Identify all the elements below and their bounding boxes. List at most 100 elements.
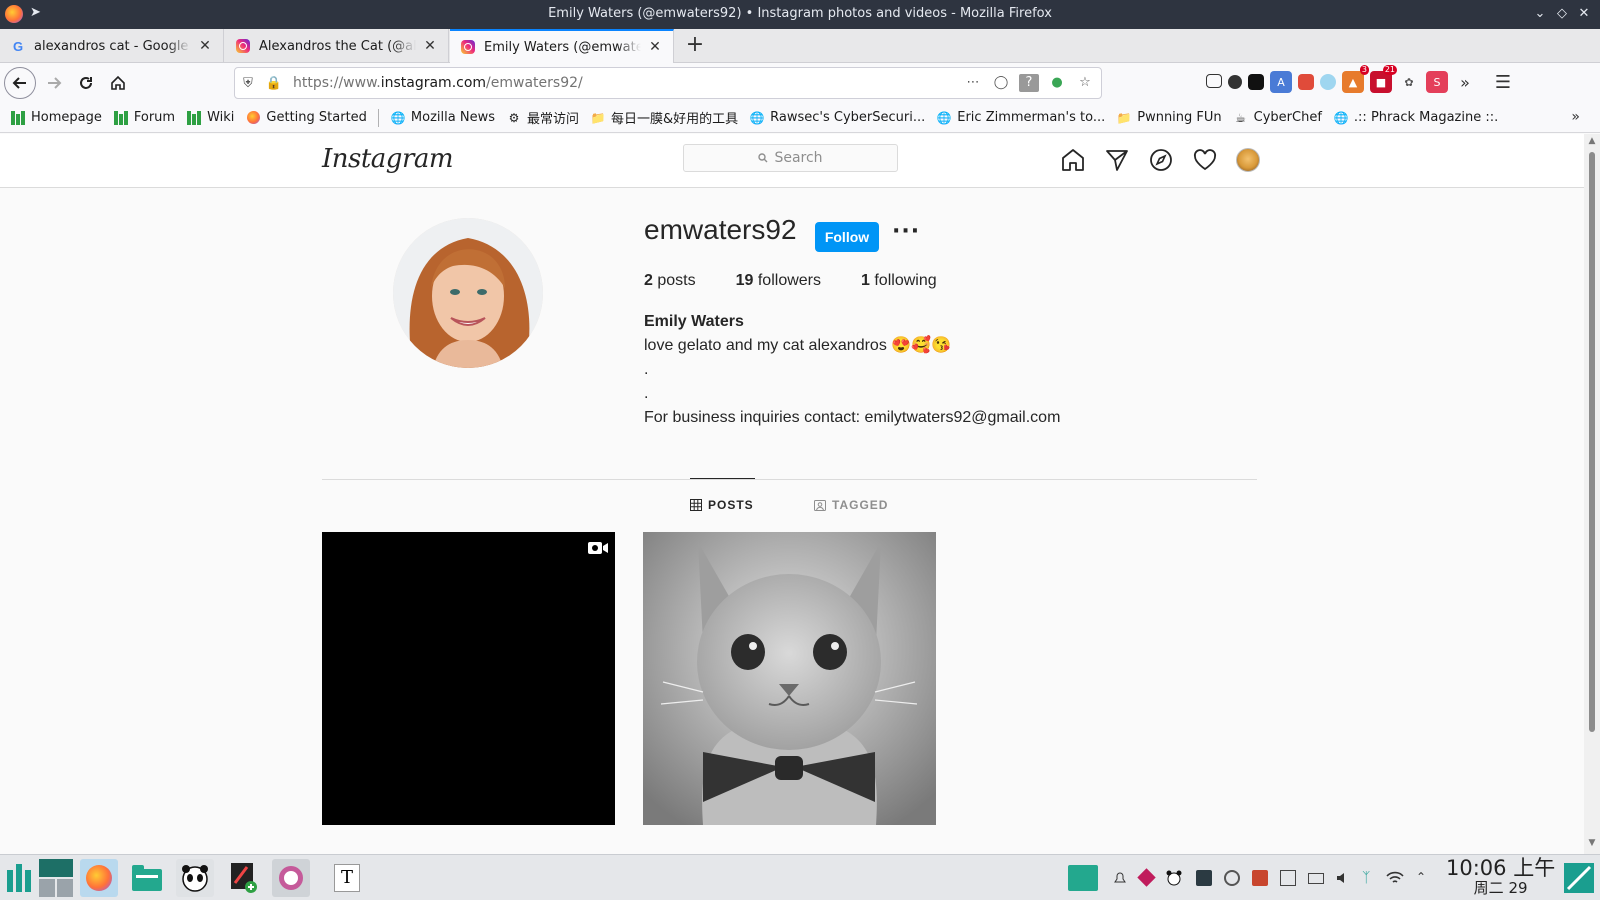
file-manager-icon[interactable]: [128, 859, 166, 897]
bookmark-forum[interactable]: Forum: [113, 110, 175, 126]
post-cat-photo[interactable]: [643, 532, 936, 825]
direct-messages-icon[interactable]: [1104, 147, 1130, 173]
close-tab-icon[interactable]: ✕: [422, 38, 438, 54]
reader-help-icon[interactable]: ?: [1019, 74, 1039, 92]
bookmark-homepage[interactable]: Homepage: [10, 110, 102, 126]
close-tab-icon[interactable]: ✕: [197, 38, 213, 54]
s-extension-icon[interactable]: S: [1426, 71, 1448, 93]
fox-extension-icon[interactable]: ▲ 3: [1342, 65, 1369, 93]
shield-icon[interactable]: ⛨: [235, 76, 261, 91]
profile-full-name: Emily Waters: [644, 313, 744, 330]
bookmark-label: Forum: [133, 110, 176, 125]
app-launcher-icon[interactable]: [4, 859, 34, 897]
tray-folder-icon[interactable]: [1068, 865, 1098, 891]
tray-keyboard-icon[interactable]: [1308, 873, 1324, 884]
page-scrollbar[interactable]: ▲ ▼: [1584, 134, 1600, 854]
profile-avatar[interactable]: [393, 218, 543, 368]
screenshot-icon[interactable]: [1298, 74, 1314, 90]
taskbar-clock[interactable]: 10:06 上午 周二 29: [1446, 857, 1555, 897]
new-document-app-icon[interactable]: [224, 859, 262, 897]
bookmark-cyberchef[interactable]: ☕ CyberChef: [1233, 110, 1322, 126]
tray-expand-icon[interactable]: ⌃: [1416, 870, 1432, 886]
pocket-icon[interactable]: ◯: [991, 74, 1011, 92]
forward-arrow-icon: [48, 77, 62, 89]
tray-wifi-icon[interactable]: [1386, 870, 1404, 886]
search-placeholder: Search: [774, 150, 823, 166]
bookmark-eric-zimmerman[interactable]: 🌐 Eric Zimmerman's to...: [936, 110, 1105, 126]
scroll-up-arrow-icon[interactable]: ▲: [1584, 136, 1600, 150]
tray-power-icon[interactable]: [1224, 870, 1240, 886]
sidebar-icon[interactable]: [1206, 74, 1222, 88]
followers-stat[interactable]: 19 followers: [736, 272, 821, 290]
account-icon[interactable]: [1228, 75, 1242, 89]
close-tab-icon[interactable]: ✕: [647, 39, 663, 55]
bookmark-folder-tools[interactable]: 📁 每日一膜&好用的工具: [590, 108, 739, 128]
tray-volume-icon[interactable]: [1334, 870, 1350, 886]
following-stat[interactable]: 1 following: [861, 272, 937, 290]
options-more-icon[interactable]: ···: [892, 221, 919, 248]
back-button[interactable]: [4, 67, 36, 99]
tab-alexandros-instagram[interactable]: Alexandros the Cat (@alex ✕: [225, 29, 449, 63]
maximize-icon[interactable]: ◇: [1552, 4, 1572, 24]
bug-icon[interactable]: ✿: [1398, 71, 1420, 93]
tab-google-search[interactable]: G alexandros cat - Google Se ✕: [0, 29, 224, 63]
tray-notifications-icon[interactable]: [1112, 870, 1128, 886]
bookmark-folder-pwnning[interactable]: 📁 Pwnning FUn: [1116, 110, 1222, 126]
tab-posts[interactable]: POSTS: [690, 498, 754, 512]
overflow-chevron-icon[interactable]: »: [1454, 71, 1476, 93]
tab-emily-instagram[interactable]: Emily Waters (@emwaters ✕: [450, 29, 674, 63]
minimize-icon[interactable]: ⌄: [1530, 4, 1550, 24]
translate-icon[interactable]: A: [1270, 71, 1292, 93]
bookmark-most-visited[interactable]: ⚙ 最常访问: [506, 108, 579, 128]
tray-app-icon[interactable]: [1252, 870, 1268, 886]
explore-compass-icon[interactable]: [1148, 147, 1174, 173]
desktop-taskbar: T ᛉ ⌃ 10:06 上午 周二 29: [0, 854, 1600, 900]
bookmarks-overflow-icon[interactable]: »: [1571, 109, 1580, 125]
activity-heart-icon[interactable]: [1192, 147, 1218, 173]
follow-button[interactable]: Follow: [815, 222, 879, 252]
bookmark-mozilla-news[interactable]: 🌐 Mozilla News: [390, 110, 495, 126]
extension-globe-icon[interactable]: ●: [1047, 74, 1067, 92]
badge-count: 21: [1382, 65, 1397, 75]
text-editor-icon[interactable]: T: [328, 859, 366, 897]
tray-panda-icon[interactable]: [1166, 870, 1182, 886]
workspace-switcher-icon[interactable]: [38, 859, 74, 897]
forward-button[interactable]: [38, 67, 70, 99]
container-icon[interactable]: [1248, 74, 1264, 90]
user-avatar[interactable]: [1236, 148, 1260, 172]
post-video-thumbnail[interactable]: [322, 532, 615, 825]
reload-button[interactable]: [70, 67, 102, 99]
home-icon[interactable]: [1060, 147, 1086, 173]
lock-icon[interactable]: 🔒: [261, 76, 287, 91]
bookmark-star-icon[interactable]: ☆: [1075, 74, 1095, 92]
bookmark-phrack[interactable]: 🌐 .:: Phrack Magazine ::.: [1333, 110, 1498, 126]
tray-bluetooth-icon[interactable]: ᛉ: [1362, 870, 1378, 886]
taskbar-firefox-icon[interactable]: [80, 859, 118, 897]
url-text[interactable]: https://www.instagram.com/emwaters92/: [293, 75, 583, 91]
menu-icon[interactable]: ☰: [1492, 71, 1514, 93]
search-input[interactable]: Search: [683, 144, 898, 172]
page-actions-icon[interactable]: ⋯: [963, 74, 983, 92]
profile-photo: [393, 218, 543, 368]
scroll-down-arrow-icon[interactable]: ▼: [1584, 838, 1600, 852]
address-bar[interactable]: ⛨ 🔒 https://www.instagram.com/emwaters92…: [234, 67, 1102, 99]
bubble-extension-icon[interactable]: [1320, 74, 1336, 90]
show-desktop-icon[interactable]: [1562, 859, 1596, 897]
media-player-icon[interactable]: [272, 859, 310, 897]
tray-cube-icon[interactable]: [1137, 868, 1156, 887]
scrollbar-thumb[interactable]: [1589, 152, 1595, 732]
panda-app-icon[interactable]: [176, 859, 214, 897]
window-titlebar: ➤ Emily Waters (@emwaters92) • Instagram…: [0, 0, 1600, 29]
bookmark-rawsec[interactable]: 🌐 Rawsec's CyberSecuri...: [749, 110, 926, 126]
instagram-logo[interactable]: Instagram: [322, 144, 454, 174]
new-tab-button[interactable]: +: [680, 29, 710, 63]
tray-terminal-icon[interactable]: [1196, 870, 1212, 886]
close-window-icon[interactable]: ✕: [1574, 4, 1594, 24]
tray-clipboard-icon[interactable]: [1280, 870, 1296, 886]
bookmark-wiki[interactable]: Wiki: [186, 110, 234, 126]
tagged-user-icon: [814, 500, 826, 511]
bookmark-getting-started[interactable]: Getting Started: [245, 110, 367, 126]
ublock-icon[interactable]: ■ 21: [1370, 65, 1397, 93]
tab-tagged[interactable]: TAGGED: [814, 498, 888, 512]
home-button[interactable]: [102, 67, 134, 99]
